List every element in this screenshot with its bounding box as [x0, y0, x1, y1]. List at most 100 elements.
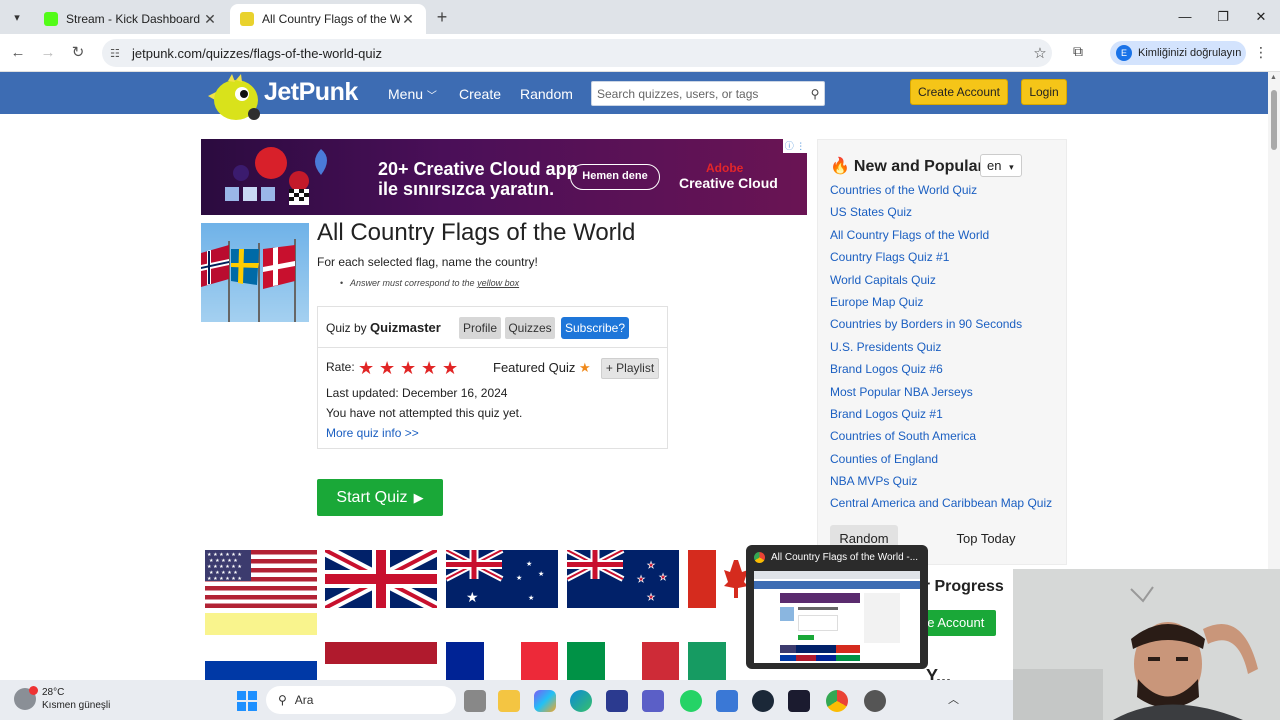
browser-menu-icon[interactable]: ⋮ — [1254, 44, 1268, 61]
flag-france-icon — [446, 642, 558, 680]
playlist-button[interactable]: + Playlist — [601, 358, 659, 379]
quiz-by-label: Quiz by — [326, 321, 367, 335]
app-24-icon[interactable] — [788, 690, 810, 712]
app-icon[interactable] — [606, 690, 628, 712]
popular-quiz-link[interactable]: Countries by Borders in 90 Seconds — [830, 316, 1052, 338]
popular-quiz-link[interactable]: Countries of the World Quiz — [830, 182, 1052, 204]
rating-stars[interactable]: ★ ★ ★ ★ ★ — [358, 359, 463, 377]
copilot-icon[interactable] — [534, 690, 556, 712]
star-icon[interactable]: ★ — [421, 359, 442, 377]
nav-create[interactable]: Create — [459, 86, 501, 102]
file-explorer-icon[interactable] — [498, 690, 520, 712]
svg-text:★: ★ — [538, 570, 544, 578]
star-icon[interactable]: ★ — [379, 359, 400, 377]
task-view-icon[interactable] — [464, 690, 486, 712]
flame-icon: 🔥 — [830, 158, 850, 175]
tab-list-button[interactable]: ▾ — [6, 6, 28, 28]
tab-close-icon[interactable]: ✕ — [400, 11, 416, 28]
teams-icon[interactable] — [642, 690, 664, 712]
nav-menu[interactable]: Menu ﹀ — [388, 86, 437, 102]
scrollbar-thumb[interactable] — [1271, 90, 1277, 150]
popular-quiz-link[interactable]: All Country Flags of the World — [830, 227, 1052, 249]
chevron-down-icon: ▾ — [1009, 162, 1014, 172]
new-tab-icon[interactable]: + — [432, 7, 452, 28]
popular-quiz-link[interactable]: World Capitals Quiz — [830, 272, 1052, 294]
quiz-author: Quiz by Quizmaster — [326, 320, 441, 335]
kick-favicon-icon — [44, 12, 58, 26]
chrome-icon[interactable] — [826, 690, 848, 712]
windows-start-icon[interactable] — [236, 690, 258, 712]
browser-tab-bar: ▾ Stream - Kick Dashboard ✕ All Country … — [0, 0, 1280, 34]
adchoices-icon[interactable]: ⓘ ⋮ — [783, 139, 807, 153]
search-icon[interactable]: ⚲ — [806, 87, 824, 101]
site-info-icon[interactable]: ☷ — [110, 47, 126, 60]
scroll-up-icon[interactable]: ▲ — [1270, 74, 1277, 81]
ad-banner[interactable]: 20+ Creative Cloud app ile sınırsızca ya… — [201, 139, 807, 215]
profile-label: Kimliğinizi doğrulayın — [1138, 47, 1242, 59]
login-button[interactable]: Login — [1021, 79, 1067, 105]
new-and-popular-sidebar: 🔥 New and Popular en ▾ Countries of the W… — [817, 139, 1067, 565]
top-today-button[interactable]: Top Today — [948, 525, 1024, 553]
ad-cta-button[interactable]: Hemen dene — [570, 164, 660, 190]
obs-icon[interactable] — [864, 690, 886, 712]
popular-quiz-link[interactable]: Brand Logos Quiz #6 — [830, 361, 1052, 383]
star-icon[interactable]: ★ — [358, 359, 379, 377]
site-logo-text[interactable]: JetPunk — [264, 78, 358, 107]
profile-chip[interactable]: E Kimliğinizi doğrulayın — [1110, 41, 1246, 65]
language-select[interactable]: en ▾ — [980, 154, 1022, 177]
quiz-info-box: Quiz by Quizmaster Profile Quizzes Subsc… — [317, 306, 668, 449]
chrome-icon — [754, 552, 765, 563]
create-account-button[interactable]: Create Account — [910, 79, 1008, 105]
flag-italy-icon — [567, 642, 679, 680]
popular-quiz-link[interactable]: US States Quiz — [830, 204, 1052, 226]
minimize-icon[interactable]: — — [1166, 0, 1204, 34]
forward-icon[interactable]: → — [38, 43, 58, 63]
omnibox[interactable]: ☷ jetpunk.com/quizzes/flags-of-the-world… — [102, 39, 1052, 67]
popular-quiz-link[interactable]: Countries of South America — [830, 428, 1052, 450]
popular-quiz-link[interactable]: Most Popular NBA Jerseys — [830, 384, 1052, 406]
popular-quiz-link[interactable]: Central America and Caribbean Map Quiz — [830, 495, 1052, 517]
close-window-icon[interactable]: ✕ — [1242, 0, 1280, 34]
reload-icon[interactable]: ↻ — [68, 43, 88, 63]
svg-text:★: ★ — [526, 560, 532, 568]
popular-quiz-link[interactable]: Europe Map Quiz — [830, 294, 1052, 316]
popular-quiz-link[interactable]: Brand Logos Quiz #1 — [830, 406, 1052, 428]
taskbar-search-label: Ara — [294, 693, 314, 707]
maximize-icon[interactable]: ❐ — [1204, 0, 1242, 34]
tab-close-icon[interactable]: ✕ — [202, 11, 218, 28]
divider — [318, 347, 667, 348]
whatsapp-icon[interactable] — [680, 690, 702, 712]
tab-jetpunk-quiz[interactable]: All Country Flags of the World ✕ — [230, 4, 426, 34]
address-toolbar: ← → ↻ ☷ jetpunk.com/quizzes/flags-of-the… — [0, 34, 1280, 72]
answer-box-highlighted[interactable] — [205, 613, 317, 635]
store-icon[interactable] — [716, 690, 738, 712]
popular-quiz-link[interactable]: Country Flags Quiz #1 — [830, 249, 1052, 271]
search-input[interactable] — [597, 86, 806, 101]
bookmark-star-icon[interactable]: ☆ — [1028, 44, 1052, 62]
more-quiz-info-link[interactable]: More quiz info >> — [326, 426, 419, 440]
svg-text:★: ★ — [647, 561, 655, 571]
subscribe-button[interactable]: Subscribe? — [561, 317, 629, 339]
quizzes-button[interactable]: Quizzes — [505, 317, 555, 339]
edge-icon[interactable] — [570, 690, 592, 712]
taskbar-search[interactable]: ⚲ Ara — [266, 686, 456, 714]
nav-random[interactable]: Random — [520, 86, 573, 102]
webcam-person-image — [1013, 569, 1280, 720]
author-name[interactable]: Quizmaster — [370, 320, 441, 335]
steam-icon[interactable] — [752, 690, 774, 712]
star-icon[interactable]: ★ — [442, 359, 463, 377]
back-icon[interactable]: ← — [8, 43, 28, 63]
start-quiz-button[interactable]: Start Quiz ▶ — [317, 479, 443, 516]
tab-kick-dashboard[interactable]: Stream - Kick Dashboard ✕ — [34, 4, 228, 34]
extensions-icon[interactable]: ⧉ — [1068, 43, 1088, 63]
popular-quiz-link[interactable]: NBA MVPs Quiz — [830, 473, 1052, 495]
popular-quiz-link[interactable]: U.S. Presidents Quiz — [830, 339, 1052, 361]
popular-quiz-link[interactable]: Counties of England — [830, 451, 1052, 473]
quiz-title: All Country Flags of the World — [317, 219, 636, 246]
taskbar-thumbnail-preview[interactable]: All Country Flags of the World -... — [746, 545, 928, 669]
star-icon[interactable]: ★ — [400, 359, 421, 377]
profile-button[interactable]: Profile — [459, 317, 501, 339]
weather-widget[interactable]: 28°C Kısmen güneşli — [14, 686, 110, 712]
tray-overflow-icon[interactable]: ︿ — [948, 691, 959, 707]
svg-text:★: ★ — [647, 593, 655, 603]
